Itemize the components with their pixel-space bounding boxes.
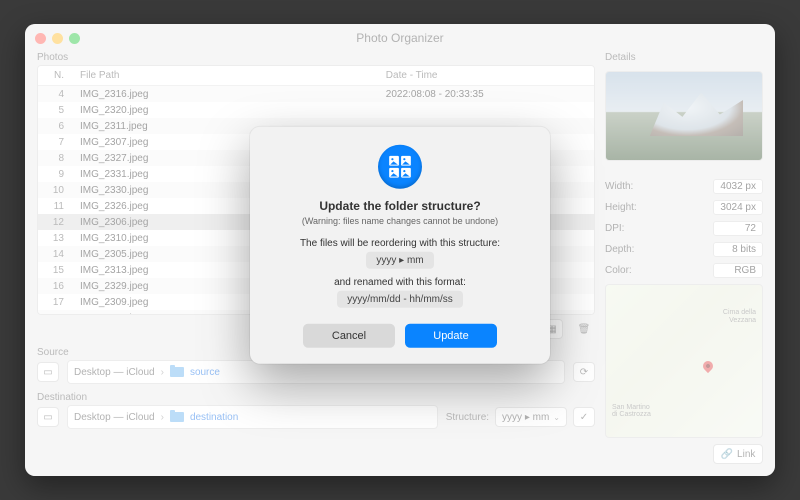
cancel-button[interactable]: Cancel [303,324,395,348]
rename-format-chip: yyyy/mm/dd - hh/mm/ss [337,291,463,308]
app-icon [378,145,422,189]
dialog-line2: and renamed with this format: [270,277,530,288]
update-button[interactable]: Update [405,324,497,348]
dialog-line1: The files will be reordering with this s… [270,238,530,249]
dialog-warning: (Warning: files name changes cannot be u… [270,216,530,226]
dialog-title: Update the folder structure? [270,199,530,213]
photos-grid-icon [387,154,413,180]
confirm-update-dialog: Update the folder structure? (Warning: f… [250,127,550,364]
structure-chip: yyyy ▸ mm [366,252,433,269]
